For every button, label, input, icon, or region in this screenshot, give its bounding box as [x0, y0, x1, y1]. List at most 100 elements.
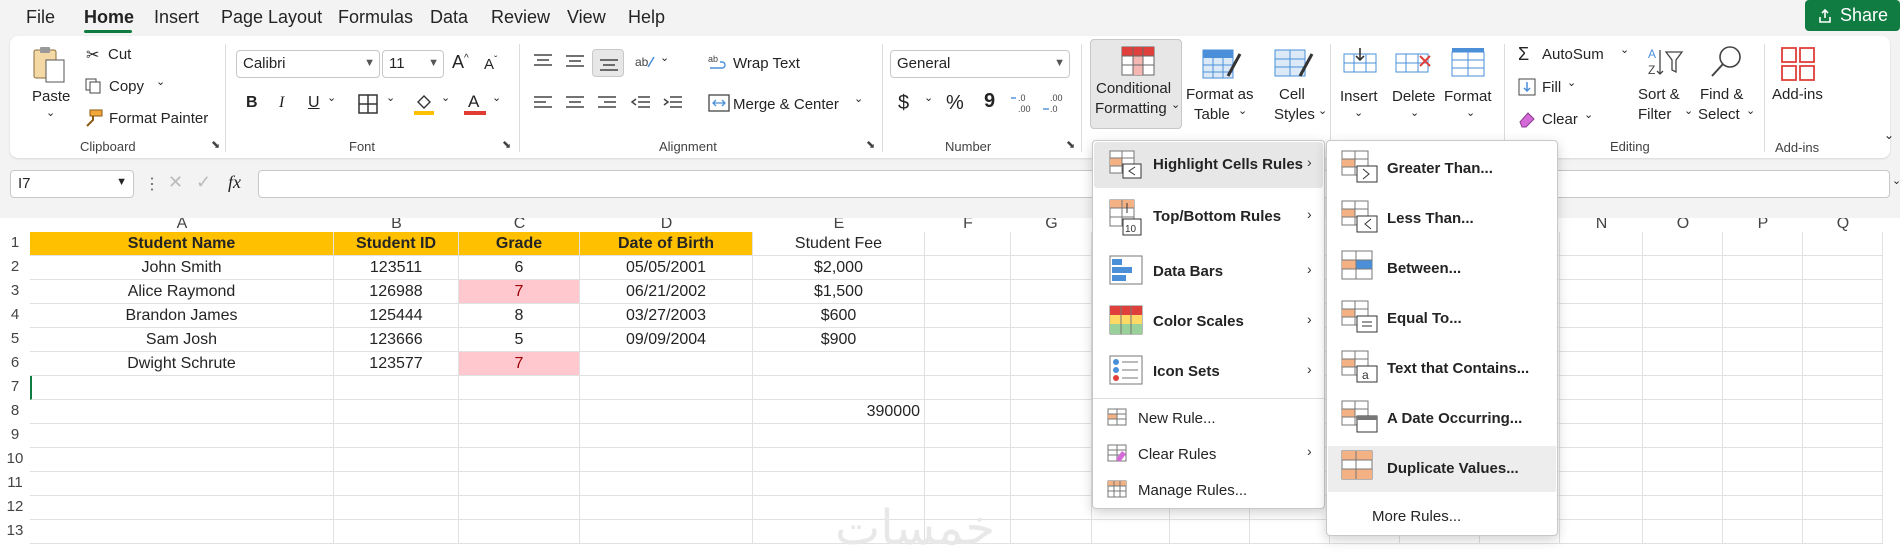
cell-f9[interactable]: [925, 424, 1011, 448]
cell-p7[interactable]: [1723, 376, 1803, 400]
tab-home[interactable]: Home: [84, 7, 134, 28]
cell-g12[interactable]: [1011, 496, 1092, 520]
expand-formula-icon[interactable]: ⌄: [1892, 174, 1900, 187]
column-header-q[interactable]: Q: [1803, 218, 1883, 232]
row-header[interactable]: 5: [0, 330, 30, 347]
row-header[interactable]: 13: [0, 522, 30, 539]
cell-q1[interactable]: [1803, 232, 1883, 256]
align-right-icon[interactable]: [596, 94, 618, 112]
align-bottom-button[interactable]: [592, 49, 624, 77]
align-center-icon[interactable]: [564, 94, 586, 112]
align-left-icon[interactable]: [532, 94, 554, 112]
alignment-launcher-icon[interactable]: ⬊: [866, 138, 875, 151]
cell-a4[interactable]: Brandon James: [30, 304, 334, 328]
underline-button[interactable]: U: [308, 94, 320, 112]
cell-b5[interactable]: 123666: [334, 328, 459, 352]
menu-item-data-bars[interactable]: Data Bars ›: [1093, 255, 1322, 287]
cell-h13[interactable]: [1092, 520, 1170, 544]
cell-e9[interactable]: [753, 424, 925, 448]
cell-e2[interactable]: $2,000: [753, 256, 925, 280]
cell-q8[interactable]: [1803, 400, 1883, 424]
number-launcher-icon[interactable]: ⬊: [1066, 138, 1075, 151]
cell-b2[interactable]: 123511: [334, 256, 459, 280]
cell-g4[interactable]: [1011, 304, 1092, 328]
cell-n3[interactable]: [1560, 280, 1643, 304]
cell-f7[interactable]: [925, 376, 1011, 400]
cell-a13[interactable]: [30, 520, 334, 544]
menu-item-new-rule[interactable]: New Rule...: [1093, 405, 1322, 431]
cell-n9[interactable]: [1560, 424, 1643, 448]
cell-g5[interactable]: [1011, 328, 1092, 352]
cell-p12[interactable]: [1723, 496, 1803, 520]
cell-o11[interactable]: [1643, 472, 1723, 496]
cell-f6[interactable]: [925, 352, 1011, 376]
fill-color-icon[interactable]: [413, 92, 435, 116]
cell-o5[interactable]: [1643, 328, 1723, 352]
menu-item-highlight-cells-rules[interactable]: Highlight Cells Rules ›: [1093, 150, 1322, 180]
row-header[interactable]: 2: [0, 258, 30, 275]
cell-o6[interactable]: [1643, 352, 1723, 376]
cell-q7[interactable]: [1803, 376, 1883, 400]
submenu-item-more-rules[interactable]: More Rules...: [1327, 503, 1556, 529]
cell-g10[interactable]: [1011, 448, 1092, 472]
cell-n10[interactable]: [1560, 448, 1643, 472]
cell-b1[interactable]: Student ID: [334, 232, 459, 256]
cell-q3[interactable]: [1803, 280, 1883, 304]
cell-n5[interactable]: [1560, 328, 1643, 352]
cell-b8[interactable]: [334, 400, 459, 424]
row-header[interactable]: 6: [0, 354, 30, 371]
decrease-indent-icon[interactable]: [630, 94, 652, 112]
cell-c8[interactable]: [459, 400, 580, 424]
delete-cells-button[interactable]: Delete ⌄: [1390, 44, 1440, 126]
chevron-down-icon[interactable]: ⌄: [327, 91, 336, 104]
cell-f10[interactable]: [925, 448, 1011, 472]
cell-d1[interactable]: Date of Birth: [580, 232, 753, 256]
cell-e11[interactable]: [753, 472, 925, 496]
cell-c10[interactable]: [459, 448, 580, 472]
submenu-item-equal[interactable]: Equal To...: [1327, 300, 1556, 338]
cell-c13[interactable]: [459, 520, 580, 544]
cell-n4[interactable]: [1560, 304, 1643, 328]
cell-o9[interactable]: [1643, 424, 1723, 448]
cell-c4[interactable]: 8: [459, 304, 580, 328]
row-header[interactable]: 3: [0, 282, 30, 299]
cell-a12[interactable]: [30, 496, 334, 520]
submenu-item-greater[interactable]: Greater Than...: [1327, 150, 1556, 188]
cell-b11[interactable]: [334, 472, 459, 496]
column-header-d[interactable]: D: [580, 218, 753, 232]
format-cells-button[interactable]: Format ⌄: [1444, 44, 1494, 126]
cell-a8[interactable]: [30, 400, 334, 424]
format-as-table-button[interactable]: Format as Table ⌄: [1184, 44, 1264, 126]
tab-page-layout[interactable]: Page Layout: [221, 7, 322, 28]
font-launcher-icon[interactable]: ⬊: [502, 138, 511, 151]
cell-a9[interactable]: [30, 424, 334, 448]
cell-q9[interactable]: [1803, 424, 1883, 448]
cell-o3[interactable]: [1643, 280, 1723, 304]
cell-a6[interactable]: Dwight Schrute: [30, 352, 334, 376]
column-header-g[interactable]: G: [1011, 218, 1092, 232]
cell-p6[interactable]: [1723, 352, 1803, 376]
cell-o13[interactable]: [1643, 520, 1723, 544]
cell-b4[interactable]: 125444: [334, 304, 459, 328]
cell-n8[interactable]: [1560, 400, 1643, 424]
cell-p2[interactable]: [1723, 256, 1803, 280]
cell-d5[interactable]: 09/09/2004: [580, 328, 753, 352]
cell-a1[interactable]: Student Name: [30, 232, 334, 256]
cell-d11[interactable]: [580, 472, 753, 496]
cell-q12[interactable]: [1803, 496, 1883, 520]
cell-e5[interactable]: $900: [753, 328, 925, 352]
chevron-down-icon[interactable]: ⌄: [492, 91, 501, 104]
cell-b3[interactable]: 126988: [334, 280, 459, 304]
cell-c7[interactable]: [459, 376, 580, 400]
cell-c11[interactable]: [459, 472, 580, 496]
collapse-ribbon-icon[interactable]: ⌄: [1884, 128, 1894, 142]
cell-n11[interactable]: [1560, 472, 1643, 496]
cell-d9[interactable]: [580, 424, 753, 448]
chevron-down-icon[interactable]: ⌄: [441, 91, 450, 104]
cell-f1[interactable]: [925, 232, 1011, 256]
decrease-decimal-icon[interactable]: .00.0: [1042, 92, 1068, 114]
cell-c3[interactable]: 7: [459, 280, 580, 304]
tab-view[interactable]: View: [567, 7, 606, 28]
cell-p13[interactable]: [1723, 520, 1803, 544]
increase-font-button[interactable]: A^: [452, 52, 469, 73]
